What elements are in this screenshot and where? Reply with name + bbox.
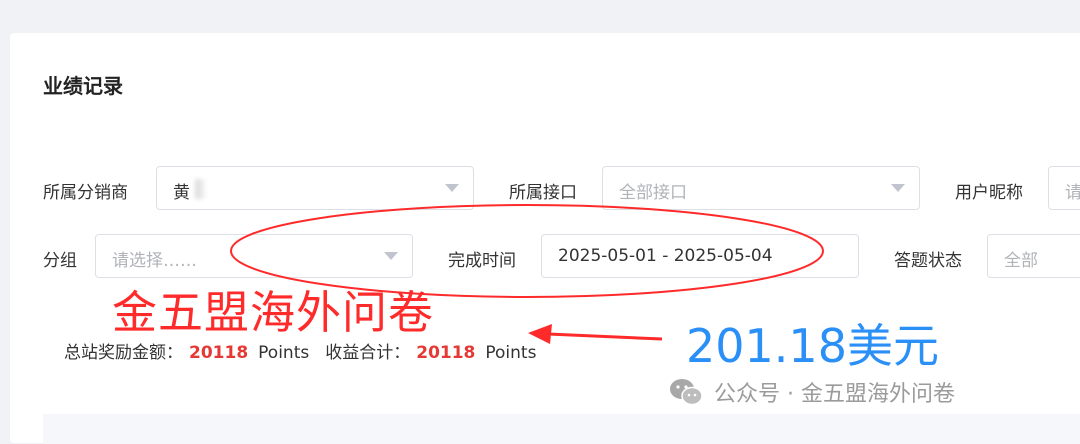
chevron-down-icon	[445, 184, 459, 192]
group-placeholder: 请选择……	[112, 251, 197, 271]
completion-time-value: 2025-05-01 - 2025-05-04	[558, 246, 773, 266]
reward-unit: Points	[258, 343, 310, 363]
interface-placeholder: 全部接口	[619, 183, 687, 203]
completion-time-range[interactable]: 2025-05-01 - 2025-05-04	[541, 234, 859, 278]
page-title: 业绩记录	[43, 74, 123, 98]
interface-label: 所属接口	[509, 183, 577, 203]
distributor-label: 所属分销商	[43, 183, 128, 203]
watermark: 公众号 · 金五盟海外问卷	[668, 376, 955, 413]
reward-label: 总站奖励金额：	[64, 343, 183, 363]
watermark-text: 公众号 · 金五盟海外问卷	[714, 382, 955, 407]
income-unit: Points	[485, 343, 537, 363]
answer-status-select[interactable]: 全部	[987, 234, 1080, 278]
interface-select[interactable]: 全部接口	[602, 166, 920, 210]
group-label: 分组	[43, 251, 77, 271]
distributor-value: 黄	[173, 183, 190, 203]
annotation-blue-text: 201.18美元	[686, 319, 939, 373]
chevron-down-icon	[384, 252, 398, 260]
redaction-blur	[195, 179, 205, 199]
income-label: 收益合计：	[325, 343, 411, 363]
summary-line: 总站奖励金额： 20118 Points 收益合计： 20118 Points	[64, 338, 536, 363]
answer-status-placeholder: 全部	[1004, 251, 1038, 271]
completion-time-label: 完成时间	[448, 251, 516, 271]
nickname-placeholder: 请	[1065, 178, 1080, 203]
nickname-label: 用户昵称	[955, 183, 1023, 203]
group-select[interactable]: 请选择……	[95, 234, 413, 278]
chevron-down-icon	[891, 184, 905, 192]
wechat-icon	[668, 377, 704, 413]
annotation-red-text: 金五盟海外问卷	[112, 286, 435, 339]
table-header	[43, 414, 1080, 444]
income-value: 20118	[416, 343, 476, 363]
distributor-select[interactable]: 黄	[156, 166, 474, 210]
nickname-input[interactable]: 请	[1048, 166, 1080, 210]
reward-value: 20118	[189, 343, 249, 363]
answer-status-label: 答题状态	[894, 251, 962, 271]
